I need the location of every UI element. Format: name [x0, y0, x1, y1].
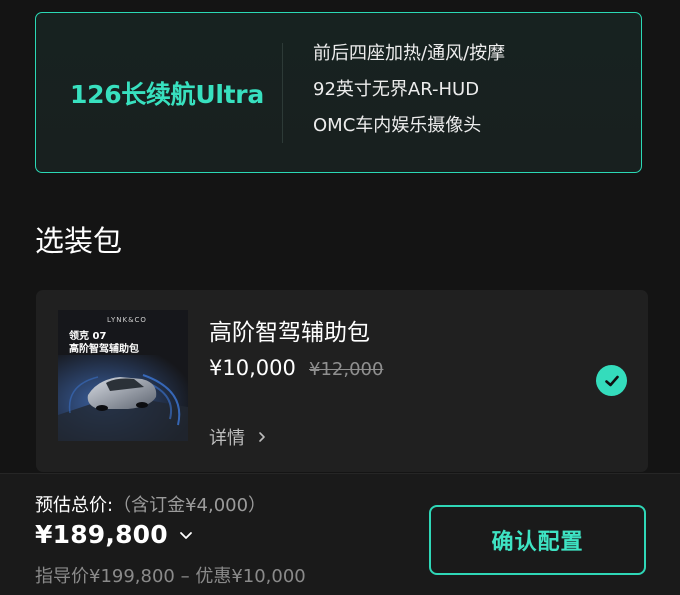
trim-feature: 前后四座加热/通风/按摩 [313, 43, 506, 64]
thumbnail-title: 领克 07 高阶智驾辅助包 [69, 330, 139, 356]
selected-trim-card[interactable]: 126长续航Ultra 前后四座加热/通风/按摩 92英寸无界AR-HUD OM… [35, 12, 642, 173]
package-thumbnail: LYNK&CO 领克 07 高阶智驾辅助包 [58, 310, 188, 441]
deposit-note: （含订金¥4,000） [113, 495, 267, 516]
guide-price-breakdown: 指导价¥199,800 – 优惠¥10,000 [35, 566, 306, 587]
package-name: 高阶智驾辅助包 [209, 320, 370, 346]
estimate-label: 预估总价: [35, 495, 114, 516]
trim-name: 126长续航Ultra [70, 80, 264, 109]
package-details-link[interactable]: 详情 [209, 424, 269, 450]
trim-feature-list: 前后四座加热/通风/按摩 92英寸无界AR-HUD OMC车内娱乐摄像头 [313, 41, 505, 149]
check-icon [604, 375, 619, 386]
option-package-card[interactable]: LYNK&CO 领克 07 高阶智驾辅助包 高阶智驾辅助包 ¥10,000 ¥1… [36, 290, 648, 472]
selected-checkmark-icon[interactable] [596, 365, 627, 396]
estimate-row: 预估总价:（含订金¥4,000） [35, 491, 266, 517]
trim-feature: OMC车内娱乐摄像头 [313, 115, 482, 136]
thumbnail-title-line1: 领克 07 [69, 331, 107, 342]
section-title-options: 选装包 [35, 224, 123, 258]
trim-feature: 92英寸无界AR-HUD [313, 79, 480, 100]
confirm-config-button[interactable]: 确认配置 [429, 505, 646, 575]
chevron-down-icon [179, 531, 192, 539]
total-price: ¥189,800 [35, 520, 168, 549]
package-details-label: 详情 [209, 428, 245, 449]
package-original-price: ¥12,000 [309, 359, 384, 380]
bottom-price-bar: 预估总价:（含订金¥4,000） ¥189,800 指导价¥199,800 – … [0, 473, 680, 595]
total-price-toggle[interactable]: ¥189,800 [35, 520, 194, 549]
trim-divider [282, 43, 283, 143]
package-price: ¥10,000 [209, 356, 296, 380]
car-sensor-illustration [58, 355, 188, 441]
thumbnail-brand-logo: LYNK&CO [107, 316, 147, 324]
chevron-right-icon [259, 432, 265, 442]
